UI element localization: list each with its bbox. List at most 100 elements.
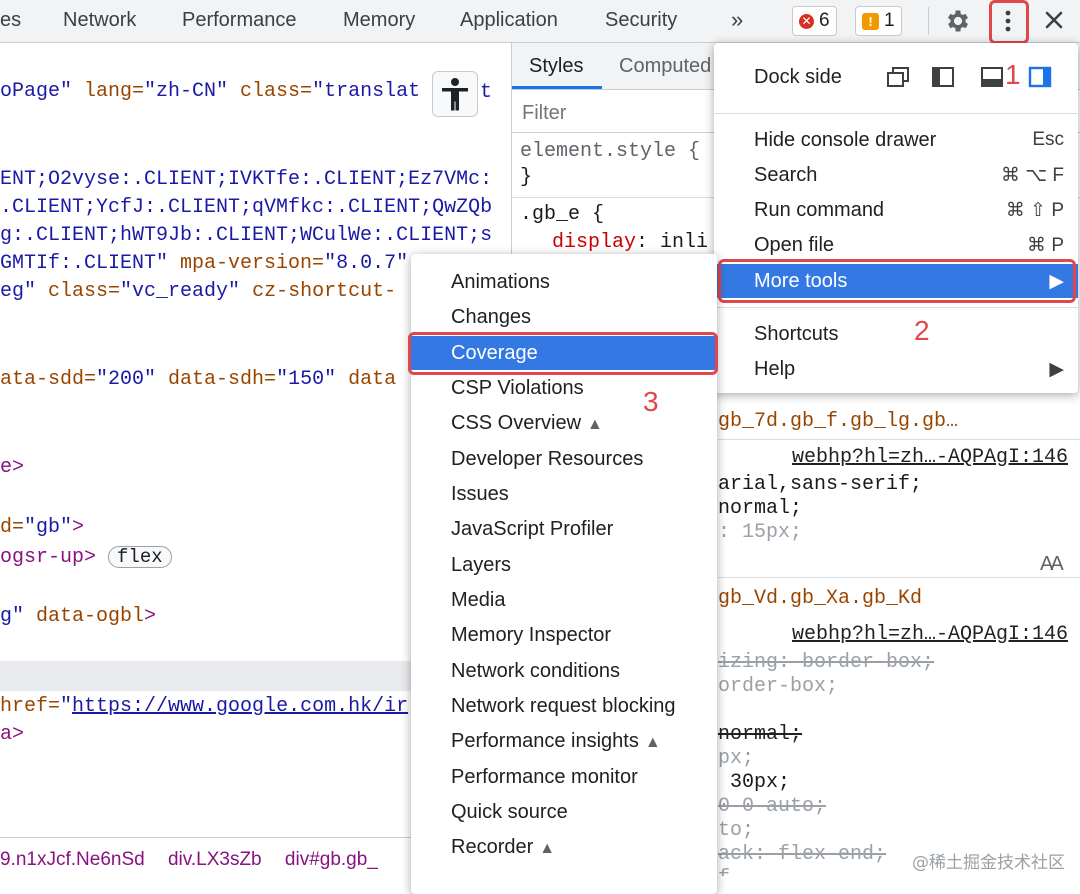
code-line[interactable]: GMTIf:.CLIENT" mpa-version="8.0.7" (0, 253, 408, 275)
rule-close-brace: } (520, 166, 533, 189)
annotation-step-1: 1 (1005, 59, 1021, 90)
code-line[interactable]: href="https://www.google.com.hk/ir (0, 696, 408, 718)
tab-security[interactable]: Security (605, 9, 677, 32)
rule-declaration[interactable]: to; (718, 820, 754, 842)
menu-item-quick-source[interactable]: Quick source (411, 795, 717, 829)
more-tools-submenu: Animations Changes Coverage CSP Violatio… (408, 254, 718, 894)
rule-declaration[interactable]: ack: flex-end; (718, 844, 886, 866)
experiment-flask-icon: ▲ (644, 733, 661, 751)
error-counter[interactable]: ✕ 6 (792, 6, 837, 36)
code-line[interactable]: g:.CLIENT;hWT9Jb:.CLIENT;WCulWe:.CLIENT;… (0, 225, 492, 247)
tab-styles[interactable]: Styles (529, 55, 583, 78)
annotation-step-2: 2 (914, 315, 930, 346)
menu-item-changes[interactable]: Changes (411, 300, 717, 334)
rule-declaration[interactable]: normal; (718, 724, 802, 746)
menu-item-help[interactable]: Help ▶ (714, 352, 1078, 386)
menu-item-css-overview[interactable]: CSS Overview ▲ (411, 406, 717, 440)
code-line[interactable]: d="gb"> (0, 517, 84, 539)
dock-right-icon[interactable] (1028, 66, 1052, 88)
menu-item-run-command[interactable]: Run command ⌘ ⇧ P (714, 193, 1078, 227)
rule-declaration[interactable]: order-box; (718, 676, 838, 698)
rule-selector[interactable]: .gb_e { (520, 204, 604, 226)
breadcrumb-item[interactable]: div.LX3sZb (168, 849, 262, 870)
menu-item-layers[interactable]: Layers (411, 548, 717, 582)
more-tabs-button[interactable]: » (731, 7, 743, 33)
tab-computed[interactable]: Computed (619, 55, 711, 78)
coverage-highlight (408, 332, 718, 375)
accessibility-icon[interactable] (432, 71, 478, 117)
tab-sources[interactable]: es (0, 9, 21, 32)
rule-divider (718, 439, 1080, 440)
undock-icon[interactable] (886, 66, 910, 88)
element-style-rule[interactable]: element.style { (520, 141, 700, 163)
breadcrumb-item[interactable]: div#gb.gb_ (285, 849, 378, 870)
close-icon[interactable] (1043, 9, 1065, 31)
dock-bottom-icon[interactable] (980, 66, 1004, 88)
rule-declaration[interactable]: : 15px; (718, 522, 802, 544)
menu-item-media[interactable]: Media (411, 583, 717, 617)
font-editor-icon[interactable]: AA (1040, 553, 1064, 576)
tab-network[interactable]: Network (63, 9, 136, 32)
menu-item-animations[interactable]: Animations (411, 265, 717, 299)
warning-icon: ! (862, 12, 879, 30)
filter-input[interactable] (520, 99, 704, 127)
toolbar-divider (928, 7, 929, 35)
breadcrumb-item[interactable]: 9.n1xJcf.Ne6nSd (0, 849, 145, 870)
menu-item-javascript-profiler[interactable]: JavaScript Profiler (411, 512, 717, 546)
breadcrumb: 9.n1xJcf.Ne6nSd div.LX3sZb div#gb.gb_ (0, 849, 378, 871)
code-line[interactable]: eg" class="vc_ready" cz-shortcut- (0, 281, 396, 303)
menu-item-network-conditions[interactable]: Network conditions (411, 654, 717, 688)
menu-item-csp-violations[interactable]: CSP Violations (411, 371, 717, 405)
menu-item-shortcuts[interactable]: Shortcuts (714, 317, 1078, 351)
tab-memory[interactable]: Memory (343, 9, 415, 32)
experiment-flask-icon: ▲ (587, 415, 603, 433)
rule-declaration[interactable]: 0 0 auto; (718, 796, 826, 818)
submenu-arrow-icon: ▶ (1049, 358, 1064, 380)
menu-item-performance-monitor[interactable]: Performance monitor (411, 760, 717, 794)
code-line[interactable]: e> (0, 457, 24, 479)
menu-separator (714, 113, 1078, 114)
menu-separator (714, 307, 1078, 308)
rule-declaration[interactable]: f (718, 868, 730, 877)
rule-declaration[interactable]: px; (718, 748, 754, 770)
menu-item-network-request-blocking[interactable]: Network request blocking (411, 689, 717, 723)
menu-item-recorder[interactable]: Recorder ▲ (411, 830, 717, 864)
code-line[interactable]: ENT;O2vyse:.CLIENT;IVKTfe:.CLIENT;Ez7VMc… (0, 169, 492, 191)
menu-item-memory-inspector[interactable]: Memory Inspector (411, 618, 717, 652)
menu-item-search[interactable]: Search ⌘ ⌥ F (714, 158, 1078, 192)
rule-source-link[interactable]: webhp?hl=zh…-AQPAgI:146 (792, 624, 1068, 646)
menu-item-issues[interactable]: Issues (411, 477, 717, 511)
rule-selector[interactable]: gb_7d.gb_f.gb_lg.gb… (718, 411, 958, 433)
code-line[interactable]: ogsr-up> flex (0, 546, 172, 569)
rule-declaration[interactable]: 30px; (718, 772, 790, 794)
error-icon: ✕ (799, 13, 814, 29)
code-line[interactable]: a> (0, 724, 24, 746)
menu-item-developer-resources[interactable]: Developer Resources (411, 442, 717, 476)
code-line[interactable]: g" data-ogbl> (0, 606, 156, 628)
code-line[interactable]: oPage" lang="zh-CN" class="translat (0, 81, 420, 103)
rule-declaration[interactable]: display: inli (552, 232, 708, 254)
experiment-flask-icon: ▲ (539, 839, 556, 857)
tab-performance[interactable]: Performance (182, 9, 297, 32)
warning-counter[interactable]: ! 1 (855, 6, 902, 36)
rule-declaration[interactable]: izing: border-box; (718, 652, 934, 674)
rule-declaration[interactable]: arial,sans-serif; (718, 474, 922, 496)
rule-source-link[interactable]: webhp?hl=zh…-AQPAgI:146 (792, 447, 1068, 469)
main-menu: Dock side 1 Hide console drawer Esc Searc… (714, 43, 1078, 393)
menu-item-performance-insights[interactable]: Performance insights ▲ (411, 724, 717, 758)
watermark: @稀土掘金技术社区 (912, 853, 1065, 873)
dock-side-label: Dock side (754, 65, 842, 88)
rule-selector[interactable]: gb_Vd.gb_Xa.gb_Kd (718, 588, 922, 610)
flex-badge[interactable]: flex (108, 546, 172, 568)
code-line[interactable]: .CLIENT;YcfJ:.CLIENT;qVMfkc:.CLIENT;QwZQ… (0, 197, 492, 219)
code-line[interactable]: ata-sdd="200" data-sdh="150" data (0, 369, 396, 391)
kebab-icon[interactable] (996, 6, 1020, 36)
tab-application[interactable]: Application (460, 9, 558, 32)
menu-item-open-file[interactable]: Open file ⌘ P (714, 228, 1078, 262)
dock-left-icon[interactable] (931, 66, 955, 88)
menu-item-hide-console-drawer[interactable]: Hide console drawer Esc (714, 123, 1078, 157)
truncated-text: t (480, 81, 493, 104)
gear-icon[interactable] (944, 7, 972, 35)
rule-declaration[interactable]: normal; (718, 498, 802, 520)
more-tools-highlight (718, 259, 1076, 303)
